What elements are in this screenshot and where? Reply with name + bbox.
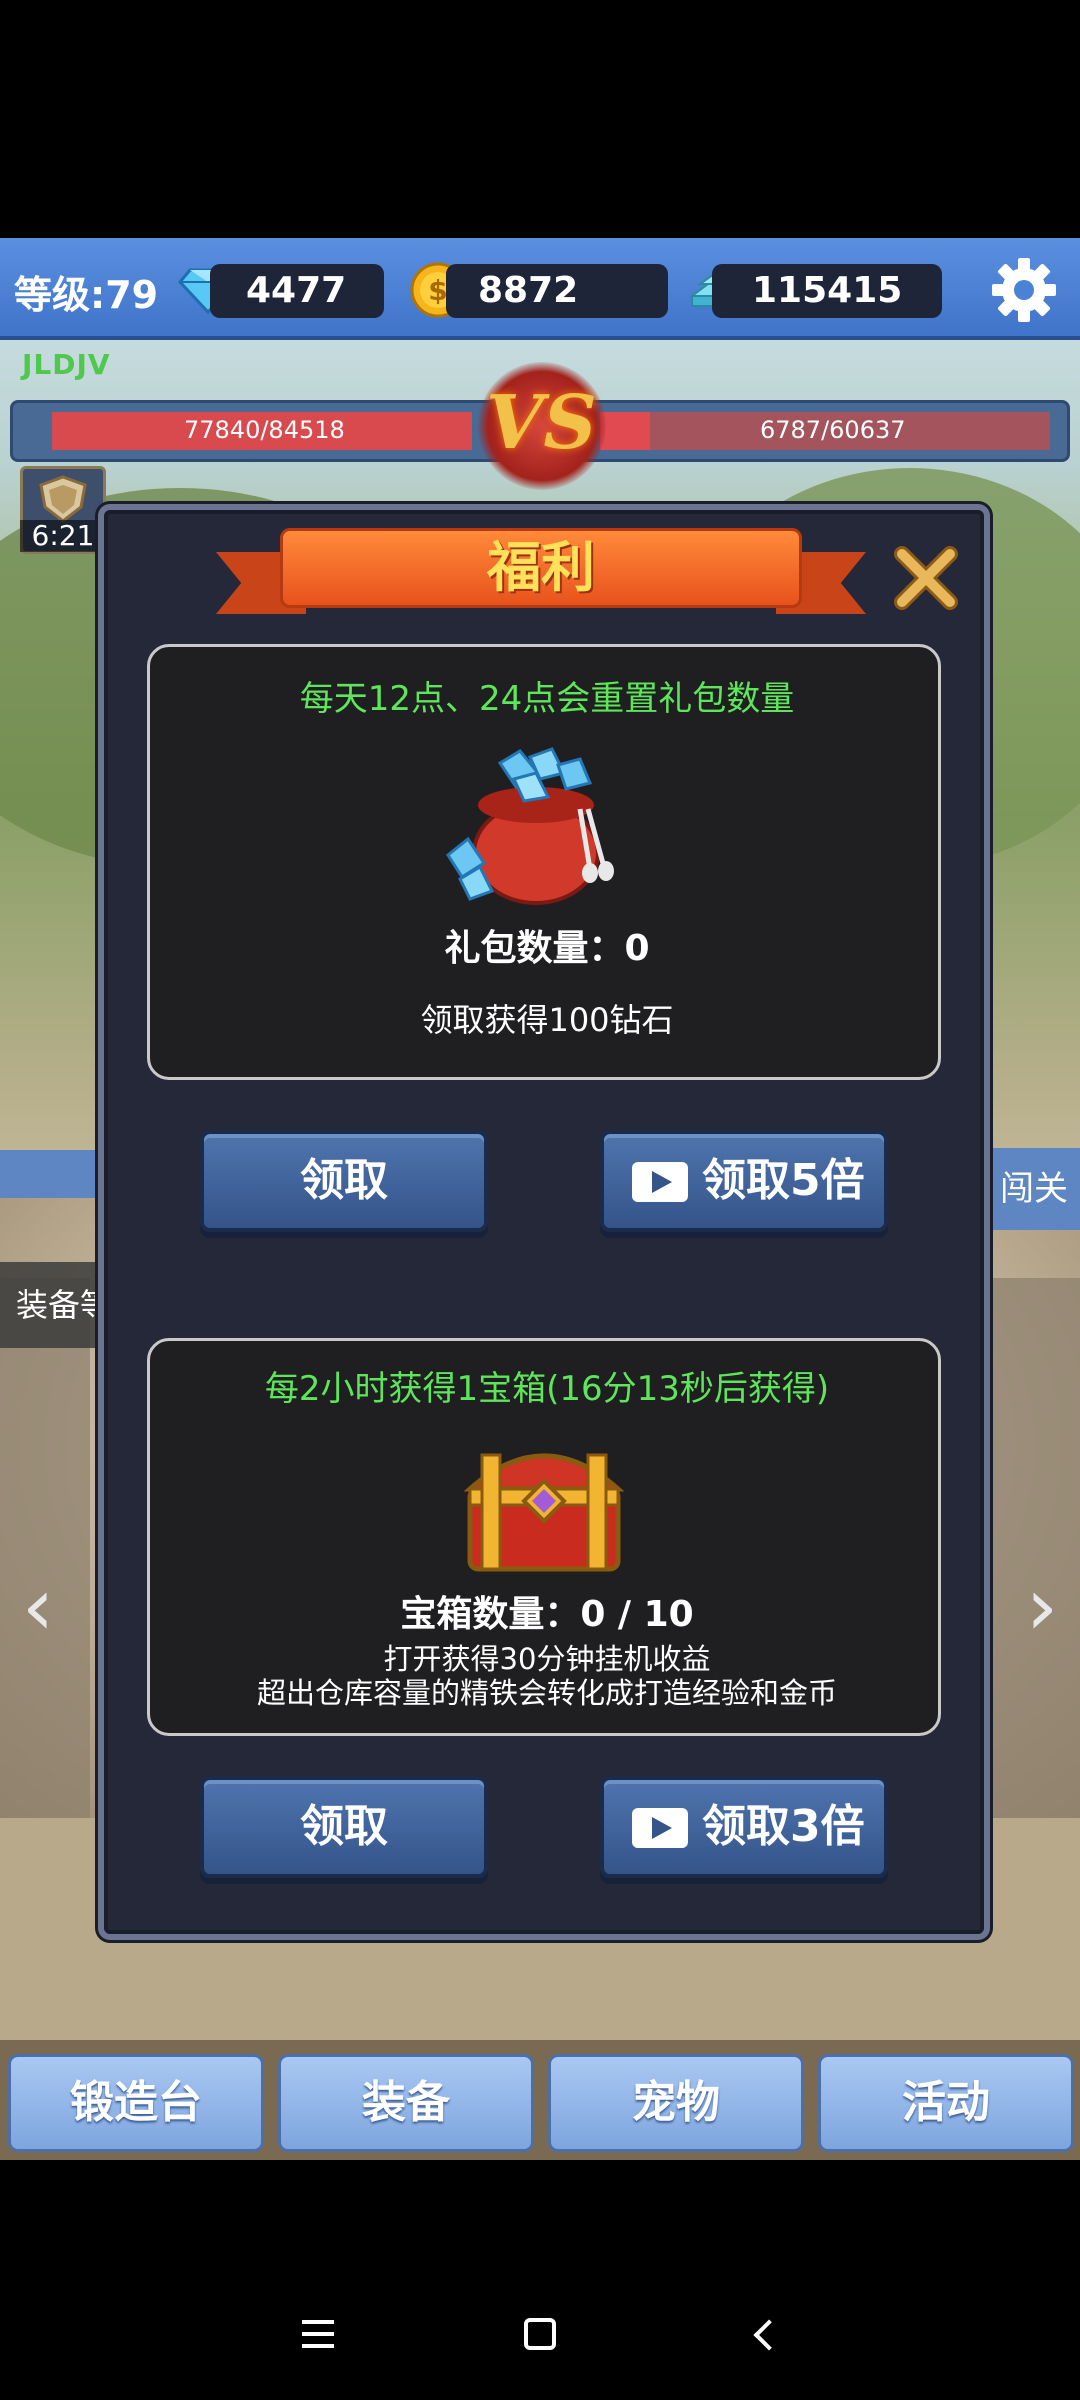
chest-overflow-note: 超出仓库容量的精铁会转化成打造经验和金币 (256, 1676, 837, 1710)
background-pillar (0, 1278, 90, 1838)
gift-claim-5x-label: 领取5倍 (702, 1155, 865, 1206)
video-play-icon (632, 1808, 688, 1848)
chest-count: 宝箱数量：0 / 10 (400, 1594, 694, 1635)
player-level: 等级:79 (14, 273, 159, 317)
gold-counter: 8872 (446, 264, 668, 318)
system-nav-bar (0, 2160, 1080, 2400)
diamond-counter: 4477 (210, 264, 384, 318)
chest-reward-desc: 打开获得30分钟挂机收益 (383, 1642, 711, 1676)
gift-reset-hint: 每天12点、24点会重置礼包数量 (299, 679, 795, 719)
svg-text:$: $ (428, 274, 447, 307)
diamond-bag-icon (446, 747, 614, 905)
treasure-chest-icon (463, 1453, 625, 1572)
equipment-level-tag[interactable]: 装备等 (0, 1262, 110, 1348)
gift-claim-5x-button[interactable]: 领取5倍 (600, 1130, 888, 1232)
arrow-left-icon[interactable]: ‹ (22, 1560, 54, 1653)
iron-counter: 115415 (712, 264, 942, 318)
gear-icon[interactable] (988, 254, 1060, 326)
chest-claim-3x-label: 领取3倍 (702, 1801, 865, 1852)
diamond-value: 4477 (246, 270, 347, 311)
gift-reward-desc: 领取获得100钻石 (420, 1001, 674, 1039)
stage-tag[interactable]: 闯关 (990, 1148, 1080, 1230)
close-icon[interactable] (888, 540, 964, 616)
gift-count: 礼包数量：0 (444, 928, 650, 969)
chest-claim-button[interactable]: 领取 (200, 1776, 488, 1878)
nav-equipment[interactable]: 装备 (278, 2054, 534, 2152)
home-icon[interactable] (524, 2318, 556, 2350)
background-pillar (990, 1278, 1080, 1838)
chest-timer-hint: 每2小时获得1宝箱(16分13秒后获得) (264, 1369, 830, 1409)
arrow-right-icon[interactable]: › (1026, 1560, 1058, 1653)
shield-icon (39, 475, 87, 523)
nav-events[interactable]: 活动 (818, 2054, 1074, 2152)
gold-value: 8872 (478, 270, 579, 311)
shield-timer: 6:21 (20, 520, 106, 552)
menu-icon[interactable] (302, 2320, 334, 2348)
enemy-hp-fill (600, 412, 650, 450)
chest-claim-3x-button[interactable]: 领取3倍 (600, 1776, 888, 1878)
iron-value: 115415 (752, 270, 903, 311)
gift-card: 每天12点、24点会重置礼包数量 礼包数量：0 领取获得100钻石 (147, 644, 941, 1080)
nav-forge[interactable]: 锻造台 (8, 2054, 264, 2152)
nav-pets[interactable]: 宠物 (548, 2054, 804, 2152)
vs-label: VS (486, 380, 597, 466)
gift-claim-button[interactable]: 领取 (200, 1130, 488, 1232)
video-play-icon (632, 1162, 688, 1202)
enemy-name: JLDJV (22, 348, 111, 381)
chest-card: 每2小时获得1宝箱(16分13秒后获得) 宝箱数量：0 / 10 打开获得30分… (147, 1338, 941, 1736)
enemy-hp-text: 6787/60637 (760, 416, 906, 444)
dialog-title: 福利 (487, 536, 595, 599)
player-hp-text: 77840/84518 (184, 416, 345, 444)
